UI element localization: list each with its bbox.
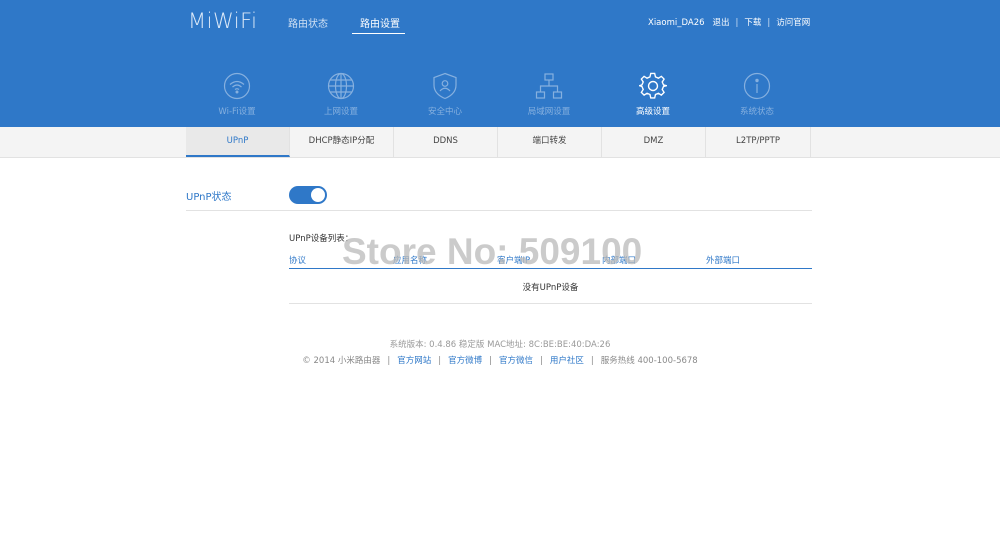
copyright: © 2014 小米路由器 xyxy=(302,356,381,366)
official-site-link[interactable]: 访问官网 xyxy=(776,18,810,28)
column-protocol: 协议 xyxy=(289,256,307,266)
divider xyxy=(186,210,812,211)
nav-router-settings[interactable]: 路由设置 xyxy=(360,15,400,30)
category-advanced[interactable]: 高级设置 xyxy=(603,72,703,117)
gear-icon xyxy=(639,72,667,99)
category-security[interactable]: 安全中心 xyxy=(395,72,495,117)
user-bar: Xiaomi_DA26 退出 | 下载 | 访问官网 xyxy=(648,18,811,28)
logout-link[interactable]: 退出 xyxy=(713,18,730,28)
category-wifi[interactable]: Wi-Fi设置 xyxy=(187,72,287,117)
store-watermark: Store No: 509100 xyxy=(342,231,643,272)
tab-upnp[interactable]: UPnP xyxy=(186,127,290,157)
shield-icon xyxy=(433,72,457,100)
footer-link-weibo[interactable]: 官方微博 xyxy=(448,356,482,366)
category-internet-label: 上网设置 xyxy=(323,107,358,117)
device-name: Xiaomi_DA26 xyxy=(648,18,705,28)
tab-port-forwarding[interactable]: 端口转发 xyxy=(498,127,602,157)
nav-active-underline xyxy=(352,33,405,34)
footer-link-wechat[interactable]: 官方微信 xyxy=(499,356,533,366)
info-icon xyxy=(743,72,771,100)
tab-ddns[interactable]: DDNS xyxy=(394,127,498,157)
category-system-status[interactable]: 系统状态 xyxy=(707,72,807,117)
tab-dmz[interactable]: DMZ xyxy=(602,127,706,157)
lan-icon xyxy=(535,73,563,99)
category-system-status-label: 系统状态 xyxy=(739,107,774,117)
category-wifi-label: Wi-Fi设置 xyxy=(218,107,256,117)
category-internet[interactable]: 上网设置 xyxy=(291,72,391,117)
globe-icon xyxy=(327,72,355,100)
advanced-subtabs: UPnP DHCP静态IP分配 DDNS 端口转发 DMZ L2TP/PPTP xyxy=(0,127,1000,158)
category-security-label: 安全中心 xyxy=(427,107,462,117)
upnp-toggle[interactable] xyxy=(289,186,327,204)
empty-list-message: 没有UPnP设备 xyxy=(522,283,579,293)
footer-link-community[interactable]: 用户社区 xyxy=(550,356,584,366)
category-lan-label: 局域网设置 xyxy=(527,107,571,117)
tab-l2tp-pptp[interactable]: L2TP/PPTP xyxy=(706,127,811,157)
download-link[interactable]: 下载 xyxy=(744,18,761,28)
service-hotline: 服务热线 400-100-5678 xyxy=(600,356,698,366)
version-info: 系统版本: 0.4.86 稳定版 MAC地址: 8C:BE:BE:40:DA:2… xyxy=(389,340,611,350)
toggle-knob xyxy=(311,188,325,202)
category-lan[interactable]: 局域网设置 xyxy=(499,72,599,117)
header-bar: MiWiFi 路由状态 路由设置 Xiaomi_DA26 退出 | 下载 | 访问官网 W… xyxy=(0,0,1000,127)
nav-router-status[interactable]: 路由状态 xyxy=(288,15,328,30)
category-advanced-label: 高级设置 xyxy=(635,107,670,117)
tab-dhcp-static-ip[interactable]: DHCP静态IP分配 xyxy=(290,127,394,157)
footer-link-official-site[interactable]: 官方网站 xyxy=(397,356,431,366)
footer-links: © 2014 小米路由器 | 官方网站 | 官方微博 | 官方微信 | 用户社区 | 服务热线 40… xyxy=(302,356,698,366)
table-bottom-divider xyxy=(289,303,812,304)
wifi-icon xyxy=(223,72,251,100)
miwifi-logo[interactable]: MiWiFi xyxy=(188,9,257,33)
upnp-status-label: UPnP状态 xyxy=(186,192,232,203)
column-external-port: 外部端口 xyxy=(706,256,741,266)
